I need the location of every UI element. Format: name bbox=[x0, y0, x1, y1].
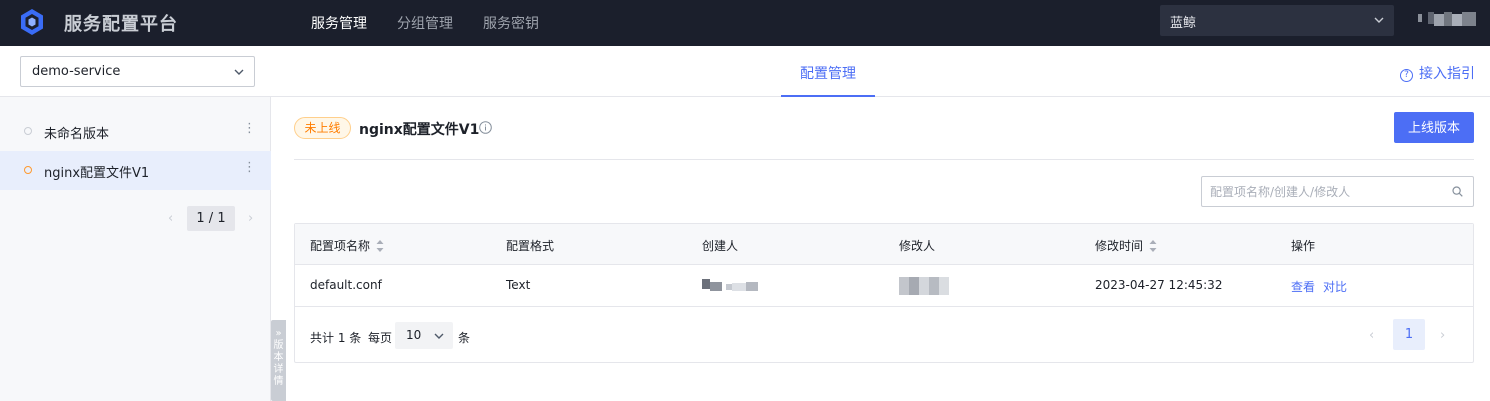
column-header-creator: 创建人 bbox=[702, 239, 739, 253]
chevron-down-icon bbox=[1374, 17, 1384, 23]
info-circle-icon[interactable] bbox=[479, 121, 492, 134]
tab-config-management[interactable]: 配置管理 bbox=[781, 46, 875, 97]
more-icon[interactable]: ⋮ bbox=[243, 121, 256, 136]
sort-icon[interactable] bbox=[1149, 239, 1157, 253]
column-header-actions: 操作 bbox=[1291, 239, 1316, 253]
cell-config-format: Text bbox=[506, 278, 531, 292]
hexagon-logo-icon bbox=[21, 9, 43, 35]
per-page-unit: 条 bbox=[458, 331, 471, 345]
column-label: 配置项名称 bbox=[310, 239, 371, 253]
top-bar: 服务配置平台 服务管理 分组管理 服务密钥 蓝鲸 bbox=[0, 0, 1490, 46]
sort-icon[interactable] bbox=[376, 239, 384, 253]
version-item-selected[interactable]: nginx配置文件V1 ⋮ bbox=[0, 151, 271, 190]
app-title: 服务配置平台 bbox=[64, 14, 178, 35]
version-detail-label: 版本详情 bbox=[273, 340, 284, 387]
status-dot-icon bbox=[24, 127, 32, 135]
version-item[interactable]: 未命名版本 ⋮ bbox=[0, 112, 271, 151]
nav-group-management[interactable]: 分组管理 bbox=[397, 13, 453, 33]
column-header-modifier: 修改人 bbox=[899, 239, 936, 253]
chevron-down-icon bbox=[234, 69, 244, 75]
divider bbox=[294, 159, 1474, 160]
next-page-icon[interactable]: › bbox=[248, 211, 253, 226]
creator-mosaic bbox=[702, 279, 758, 291]
version-sidebar: 未命名版本 ⋮ nginx配置文件V1 ⋮ ‹ 1 / 1 › bbox=[0, 97, 271, 401]
view-link[interactable]: 查看 bbox=[1291, 278, 1315, 295]
column-header-modified-time[interactable]: 修改时间 bbox=[1095, 237, 1157, 254]
prev-page-icon[interactable]: ‹ bbox=[168, 211, 173, 226]
service-select-value: demo-service bbox=[32, 64, 121, 79]
version-label: 未命名版本 bbox=[44, 127, 110, 142]
status-badge: 未上线 bbox=[294, 117, 351, 139]
table-row: default.conf Text 2023-04-27 12:45:32 查看… bbox=[295, 265, 1473, 307]
more-icon[interactable]: ⋮ bbox=[243, 160, 256, 175]
column-header-name[interactable]: 配置项名称 bbox=[310, 237, 384, 254]
version-detail-toggle[interactable]: » 版本详情 bbox=[271, 320, 286, 401]
nav-service-management[interactable]: 服务管理 bbox=[311, 13, 367, 33]
expand-icon: » bbox=[275, 328, 282, 339]
chevron-down-icon bbox=[434, 333, 444, 339]
total-count: 共计 1 条 bbox=[310, 331, 362, 345]
page-title: nginx配置文件V1 bbox=[359, 122, 480, 138]
config-table: 配置项名称 配置格式 创建人 修改人 修改时间 操作 default.conf … bbox=[294, 223, 1474, 363]
column-label: 修改时间 bbox=[1095, 239, 1144, 253]
page-number-current[interactable]: 1 bbox=[1393, 319, 1425, 350]
next-page-icon[interactable]: › bbox=[1440, 328, 1445, 343]
tab-config-management-label: 配置管理 bbox=[800, 66, 856, 82]
question-circle-icon: ? bbox=[1400, 69, 1413, 82]
cell-config-name: default.conf bbox=[310, 278, 382, 292]
status-dot-icon bbox=[24, 166, 32, 174]
per-page-value: 10 bbox=[406, 328, 422, 342]
column-header-format: 配置格式 bbox=[506, 239, 555, 253]
access-guide-link[interactable]: ? 接入指引 bbox=[1400, 63, 1475, 83]
compare-link[interactable]: 对比 bbox=[1323, 278, 1347, 295]
service-select[interactable]: demo-service bbox=[20, 56, 255, 87]
team-select[interactable]: 蓝鲸 bbox=[1160, 5, 1394, 36]
cell-modified-time: 2023-04-27 12:45:32 bbox=[1095, 278, 1223, 292]
prev-page-icon[interactable]: ‹ bbox=[1369, 328, 1374, 343]
modifier-mosaic bbox=[899, 277, 949, 295]
per-page-label: 每页 bbox=[368, 331, 393, 345]
nav-service-keys[interactable]: 服务密钥 bbox=[483, 13, 539, 33]
table-pagination: 共计 1 条 每页 10 条 ‹ 1 › bbox=[295, 308, 1473, 363]
team-select-value: 蓝鲸 bbox=[1170, 16, 1197, 31]
sub-header: demo-service 配置管理 ? 接入指引 bbox=[0, 46, 1490, 97]
table-header: 配置项名称 配置格式 创建人 修改人 修改时间 操作 bbox=[295, 224, 1473, 265]
access-guide-label: 接入指引 bbox=[1419, 66, 1475, 82]
search-input[interactable] bbox=[1210, 183, 1445, 201]
search-icon[interactable] bbox=[1452, 186, 1463, 197]
sidebar-page-indicator: 1 / 1 bbox=[187, 206, 235, 231]
search-field[interactable] bbox=[1201, 176, 1474, 207]
user-avatar-mosaic[interactable] bbox=[1418, 12, 1476, 26]
version-label: nginx配置文件V1 bbox=[44, 166, 150, 181]
per-page-select[interactable]: 10 bbox=[395, 322, 453, 349]
publish-version-button[interactable]: 上线版本 bbox=[1394, 112, 1474, 143]
